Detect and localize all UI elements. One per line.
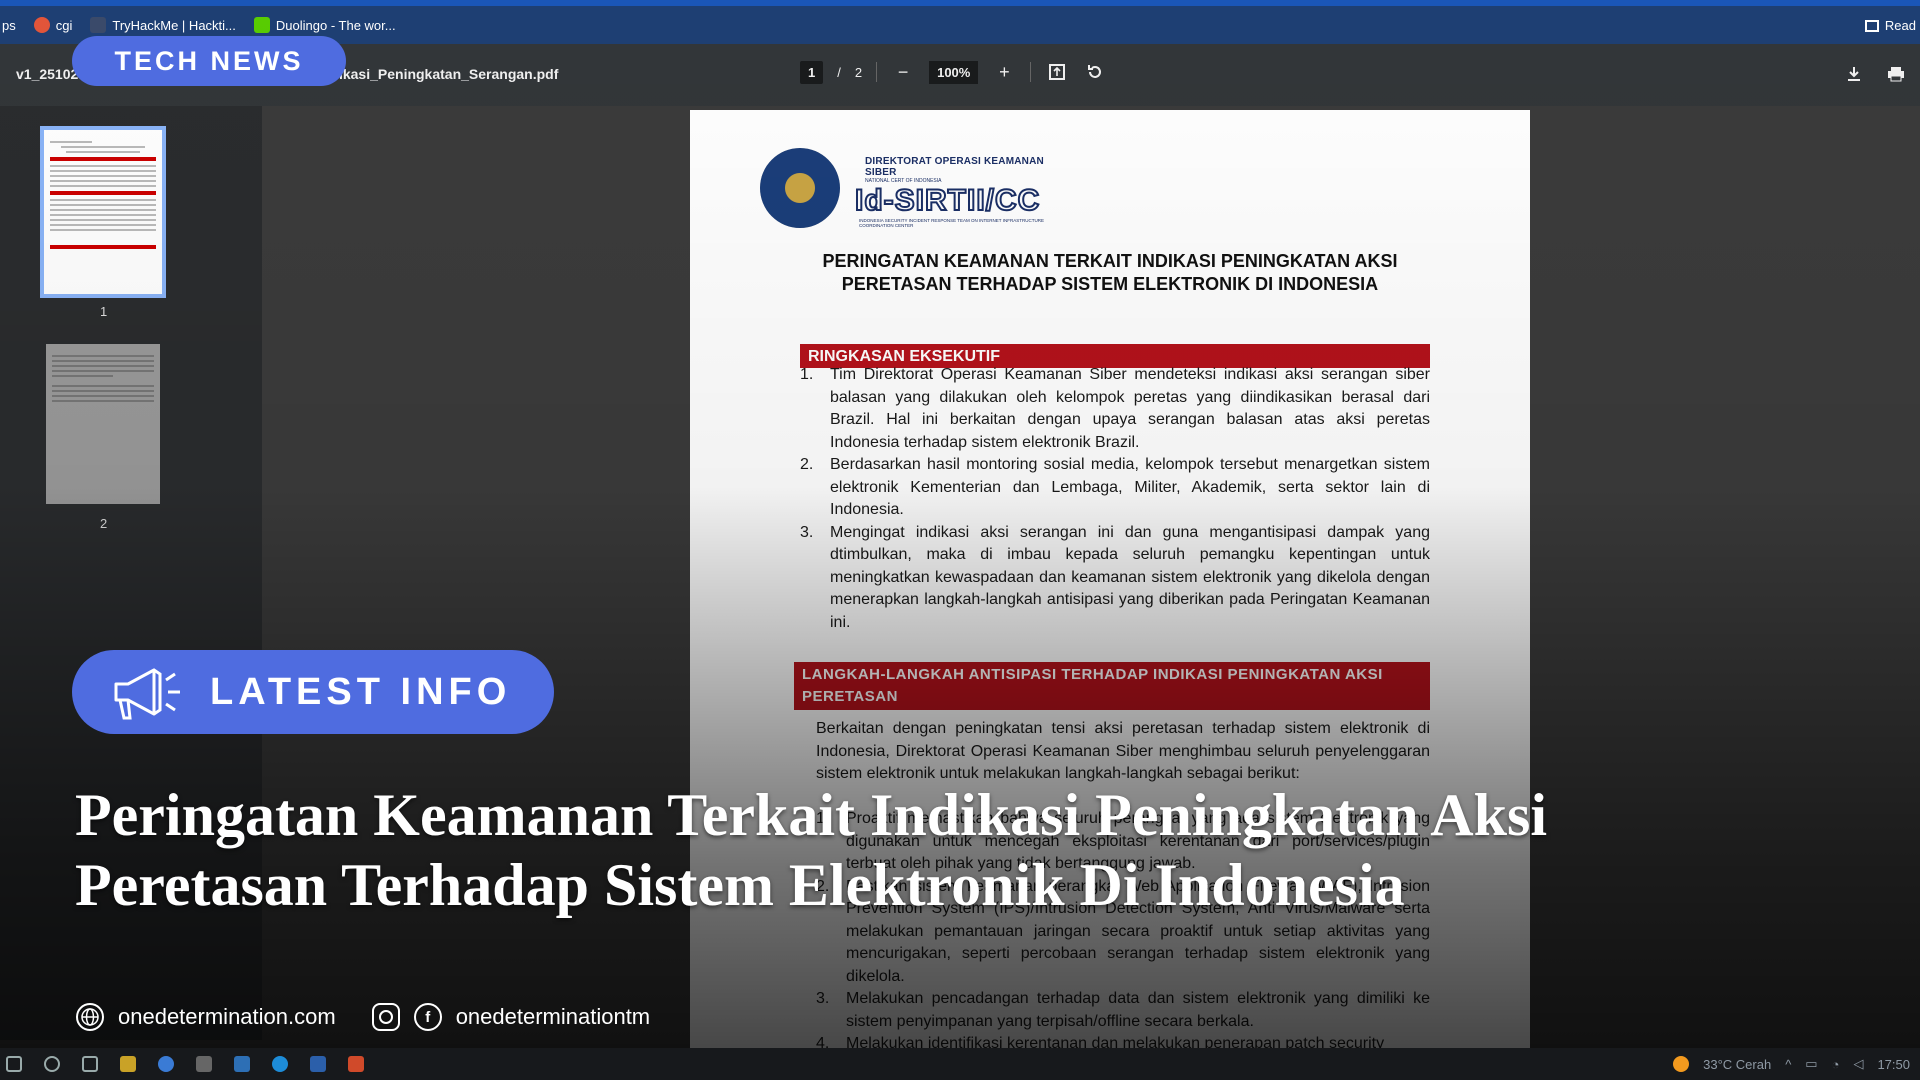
minus-icon: −	[897, 61, 909, 82]
globe-icon	[76, 1003, 104, 1031]
rotate-icon	[1088, 65, 1102, 78]
pdf-actions	[1842, 62, 1908, 86]
summary-list: 1. Tim Direktorat Operasi Keamanan Siber …	[800, 364, 1430, 634]
plus-icon: +	[999, 61, 1010, 82]
page-number-input[interactable]: 1	[800, 60, 824, 84]
fit-page-button[interactable]	[1045, 60, 1069, 84]
facebook-icon: f	[413, 1003, 442, 1031]
list-item: 2. Berdasarkan hasil montoring sosial med…	[800, 456, 1430, 518]
page-thumbnail-1[interactable]	[40, 126, 166, 298]
bookmark-label: TryHackMe | Hackti...	[112, 17, 236, 33]
wifi-icon[interactable]: ◔	[1832, 1057, 1840, 1072]
megaphone-icon	[114, 668, 180, 720]
bookmark-cgi[interactable]: cgi	[33, 17, 73, 33]
zoom-level-input[interactable]: 100%	[929, 60, 979, 84]
network-icon[interactable]: ▭	[1805, 1056, 1817, 1072]
weather-sun-icon	[1673, 1056, 1690, 1072]
list-item: 1. Tim Direktorat Operasi Keamanan Siber …	[800, 366, 1430, 451]
reading-list-label: Read	[1884, 18, 1916, 33]
latest-info-label: LATEST INFO	[210, 670, 512, 713]
article-headline: Peringatan Keamanan Terkait Indikasi Pen…	[75, 782, 1547, 918]
bookmark-label: ps	[2, 17, 16, 33]
screenshot-stage: ps cgi TryHackMe | Hackti... Duolingo - …	[0, 0, 1920, 1080]
org-logo-text: Id-SIRTII/CC	[854, 183, 1041, 218]
document-title: PERINGATAN KEAMANAN TERKAIT INDIKASI PEN…	[822, 251, 1398, 294]
total-pages: 2	[854, 64, 863, 80]
print-button[interactable]	[1884, 62, 1908, 86]
app-icon[interactable]	[310, 1056, 326, 1072]
bssn-seal-logo	[760, 148, 840, 228]
fit-page-icon	[1049, 64, 1066, 80]
instagram-icon	[371, 1003, 400, 1031]
tryhackme-icon	[90, 17, 107, 33]
tech-news-badge: TECH NEWS	[72, 36, 346, 86]
list-item: 3. Melakukan pencadangan terhadap data da…	[816, 990, 1430, 1030]
download-button[interactable]	[1842, 62, 1866, 86]
system-tray: 33°C Cerah ^ ▭ ◔ ◁ 17:50	[1673, 1056, 1910, 1072]
chrome-icon[interactable]	[158, 1056, 174, 1072]
reading-list-icon	[1864, 19, 1879, 32]
duolingo-icon	[253, 17, 270, 33]
file-explorer-icon[interactable]	[120, 1056, 136, 1072]
bookmark-label: Duolingo - The wor...	[275, 17, 396, 33]
page-separator: /	[837, 64, 841, 80]
rotate-button[interactable]	[1083, 60, 1107, 84]
steps-intro: Berkaitan dengan peningkatan tensi aksi …	[816, 720, 1430, 782]
store-icon[interactable]	[196, 1056, 212, 1072]
search-icon[interactable]	[44, 1056, 60, 1072]
pdf-page-controls: 1 / 2 − 100% +	[800, 60, 1107, 84]
latest-info-badge: LATEST INFO	[72, 650, 554, 734]
org-tagline: INDONESIA SECURITY INCIDENT RESPONSE TEA…	[859, 218, 1044, 228]
zoom-out-button[interactable]: −	[891, 60, 915, 84]
thumbnail-label: 2	[100, 516, 108, 531]
social-handle: onedeterminationtm	[455, 1004, 651, 1029]
section-heading-steps: LANGKAH-LANGKAH ANTISIPASI TERHADAP INDI…	[794, 662, 1430, 710]
toolbar-divider	[876, 62, 878, 82]
toolbar-divider	[1030, 62, 1032, 82]
task-view-icon[interactable]	[82, 1056, 98, 1072]
print-icon	[1888, 67, 1904, 82]
bookmark-tryhackme[interactable]: TryHackMe | Hackti...	[90, 17, 236, 33]
mail-icon[interactable]	[234, 1056, 250, 1072]
chevron-up-icon[interactable]: ^	[1785, 1057, 1791, 1072]
bookmark-duolingo[interactable]: Duolingo - The wor...	[253, 17, 396, 33]
bookmark-label: cgi	[55, 17, 73, 33]
office-icon[interactable]	[348, 1056, 364, 1072]
link-icon	[33, 17, 50, 33]
bookmark-ps[interactable]: ps	[2, 18, 16, 33]
thumbnail-label: 1	[100, 304, 108, 319]
weather-text[interactable]: 33°C Cerah	[1703, 1057, 1771, 1072]
zoom-in-button[interactable]: +	[992, 60, 1016, 84]
list-item: 3. Mengingat indikasi aksi serangan ini d…	[800, 523, 1430, 631]
social-footer: onedetermination.com f onedeterminationt…	[76, 1003, 650, 1031]
windows-taskbar: 33°C Cerah ^ ▭ ◔ ◁ 17:50	[0, 1048, 1920, 1080]
volume-icon[interactable]: ◁	[1853, 1056, 1863, 1072]
clock[interactable]: 17:50	[1877, 1057, 1910, 1072]
org-header: DIREKTORAT OPERASI KEAMANAN SIBER NATION…	[854, 156, 1075, 228]
website-url: onedetermination.com	[118, 1004, 336, 1029]
org-name: DIREKTORAT OPERASI KEAMANAN SIBER	[865, 156, 1044, 178]
edge-icon[interactable]	[272, 1056, 288, 1072]
download-icon	[1848, 67, 1860, 81]
reading-list-button[interactable]: Read	[1864, 18, 1916, 33]
windows-start-icon[interactable]	[6, 1056, 22, 1072]
page-thumbnail-2[interactable]	[46, 344, 160, 504]
